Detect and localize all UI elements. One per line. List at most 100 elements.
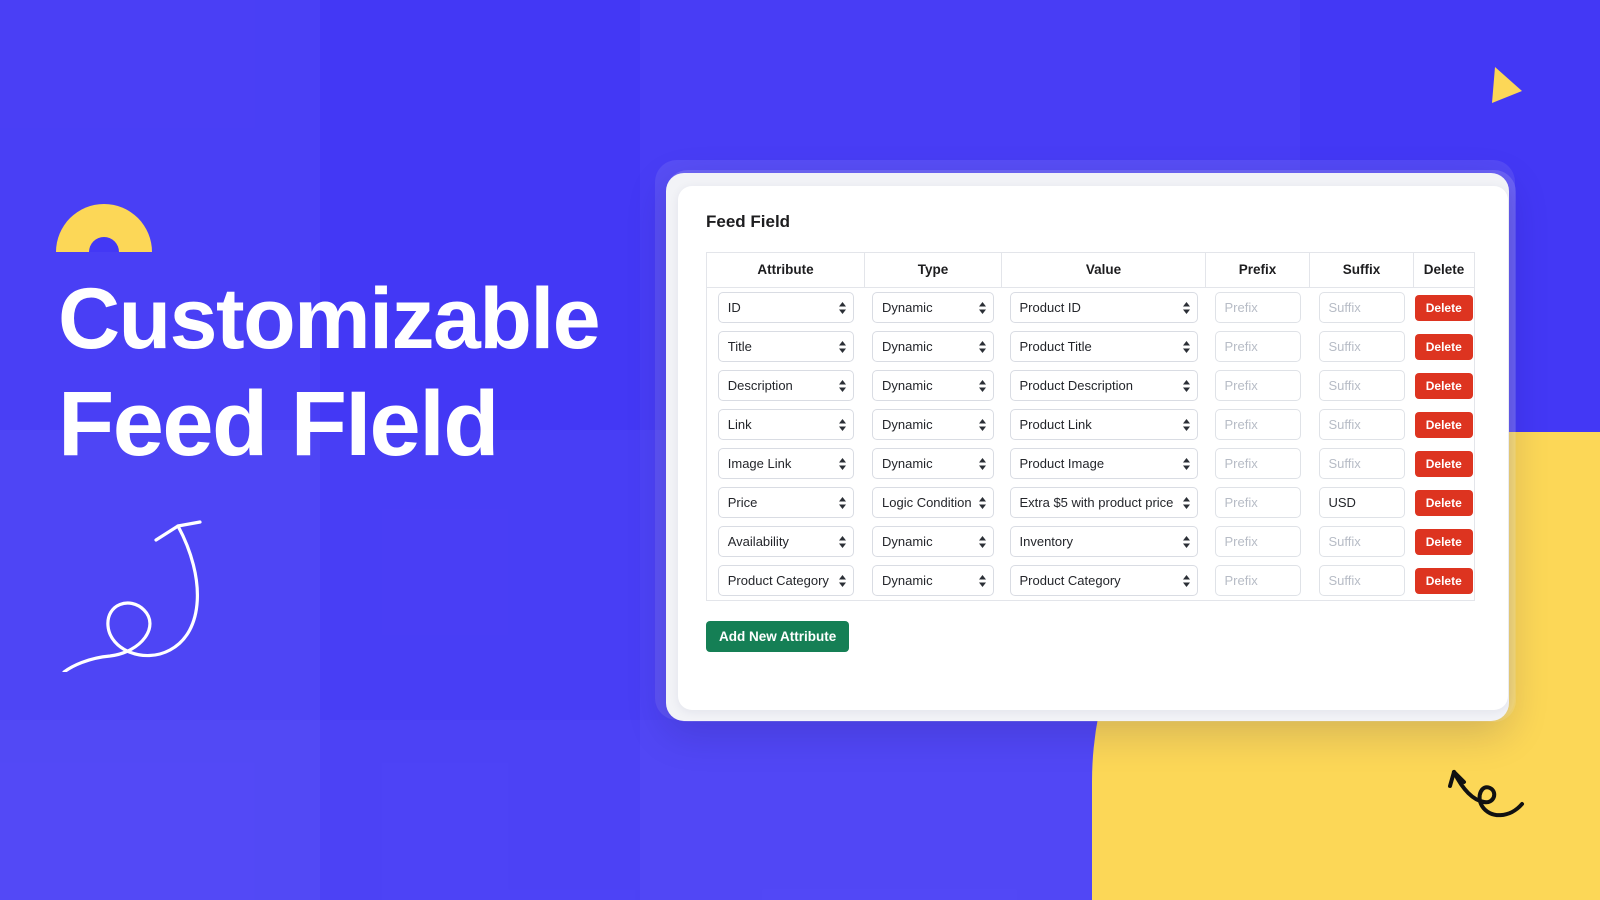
chevron-updown-icon — [838, 456, 847, 471]
value-select-label: Product Link — [1019, 417, 1092, 432]
feed-field-card: Feed Field Attribute Type Value Prefix S… — [678, 186, 1508, 710]
prefix-input[interactable] — [1214, 409, 1301, 440]
attribute-select-label: Image Link — [727, 456, 792, 471]
value-select[interactable]: Product Title — [1009, 331, 1198, 362]
prefix-input[interactable] — [1214, 370, 1301, 401]
value-select[interactable]: Product ID — [1009, 292, 1198, 323]
type-select[interactable]: Dynamic — [872, 526, 994, 557]
attribute-select[interactable]: ID — [717, 292, 854, 323]
type-select[interactable]: Logic Condition — [872, 487, 994, 518]
delete-row-button[interactable]: Delete — [1414, 450, 1473, 477]
attribute-select[interactable]: Link — [717, 409, 854, 440]
chevron-updown-icon — [838, 573, 847, 588]
prefix-input[interactable] — [1214, 331, 1301, 362]
type-select-label: Dynamic — [882, 378, 933, 393]
cell-value: Inventory — [1002, 522, 1206, 561]
suffix-input[interactable] — [1318, 292, 1405, 323]
attribute-select[interactable]: Image Link — [717, 448, 854, 479]
value-select[interactable]: Product Description — [1009, 370, 1198, 401]
type-select-label: Dynamic — [882, 339, 933, 354]
cell-delete: Delete — [1414, 444, 1475, 483]
value-select[interactable]: Inventory — [1009, 526, 1198, 557]
chevron-updown-icon — [1182, 534, 1191, 549]
column-header-attribute: Attribute — [706, 252, 865, 288]
chevron-updown-icon — [1182, 495, 1191, 510]
chevron-updown-icon — [1182, 339, 1191, 354]
delete-row-button[interactable]: Delete — [1414, 567, 1473, 594]
table-row: Description Dynamic Product Description … — [707, 366, 1475, 405]
type-select-label: Dynamic — [882, 456, 933, 471]
attribute-select-label: Link — [727, 417, 752, 432]
type-select-label: Dynamic — [882, 573, 933, 588]
chevron-updown-icon — [978, 339, 987, 354]
chevron-updown-icon — [978, 495, 987, 510]
value-select[interactable]: Product Category — [1009, 565, 1198, 596]
type-select[interactable]: Dynamic — [872, 370, 994, 401]
attribute-select[interactable]: Availability — [717, 526, 854, 557]
cell-prefix — [1206, 483, 1310, 522]
value-select-label: Extra $5 with product price — [1019, 495, 1174, 510]
suffix-input[interactable] — [1318, 448, 1405, 479]
yellow-half-donut-shape — [56, 204, 152, 252]
delete-row-button[interactable]: Delete — [1414, 489, 1473, 516]
suffix-input[interactable] — [1318, 370, 1405, 401]
chevron-updown-icon — [978, 378, 987, 393]
cell-suffix — [1310, 483, 1414, 522]
chevron-updown-icon — [978, 417, 987, 432]
cell-type: Dynamic — [865, 327, 1002, 366]
attribute-select[interactable]: Description — [717, 370, 854, 401]
cell-prefix — [1206, 288, 1310, 328]
type-select[interactable]: Dynamic — [872, 565, 994, 596]
table-row: Availability Dynamic Inventory Prefix Su… — [707, 522, 1475, 561]
column-header-delete: Delete — [1413, 252, 1475, 288]
attribute-select-label: Price — [727, 495, 758, 510]
prefix-input[interactable] — [1214, 487, 1301, 518]
delete-row-button[interactable]: Delete — [1414, 528, 1473, 555]
column-header-type: Type — [864, 252, 1002, 288]
add-new-attribute-button[interactable]: Add New Attribute — [706, 621, 850, 652]
cell-delete: Delete — [1414, 366, 1475, 405]
table-row: Price Logic Condition Extra $5 with prod… — [707, 483, 1475, 522]
delete-row-button[interactable]: Delete — [1414, 372, 1473, 399]
prefix-input[interactable] — [1214, 565, 1301, 596]
table-header-row: Attribute Type Value Prefix Suffix Delet… — [706, 252, 1475, 288]
suffix-input[interactable] — [1318, 409, 1405, 440]
suffix-input[interactable] — [1318, 487, 1405, 518]
suffix-input[interactable] — [1318, 526, 1405, 557]
value-select[interactable]: Extra $5 with product price — [1009, 487, 1198, 518]
chevron-updown-icon — [978, 534, 987, 549]
column-header-suffix: Suffix — [1309, 252, 1414, 288]
cell-attribute: Title — [707, 327, 865, 366]
chevron-updown-icon — [978, 456, 987, 471]
prefix-input[interactable] — [1214, 292, 1301, 323]
cell-value: Product Link — [1002, 405, 1206, 444]
delete-row-button[interactable]: Delete — [1414, 294, 1473, 321]
cell-delete: Delete — [1414, 288, 1475, 328]
card-title: Feed Field — [706, 212, 791, 231]
attribute-select[interactable]: Price — [717, 487, 854, 518]
attribute-select[interactable]: Product Category — [717, 565, 854, 596]
poster-canvas: Customizable Feed FIeld Feed Field Attri… — [0, 0, 1600, 900]
cell-prefix — [1206, 327, 1310, 366]
chevron-updown-icon — [838, 378, 847, 393]
column-header-prefix: Prefix — [1205, 252, 1310, 288]
type-select[interactable]: Dynamic — [872, 292, 994, 323]
cell-prefix — [1206, 444, 1310, 483]
cell-value: Product Title — [1002, 327, 1206, 366]
prefix-input[interactable] — [1214, 526, 1301, 557]
type-select[interactable]: Dynamic — [872, 409, 994, 440]
cell-delete: Delete — [1414, 327, 1475, 366]
value-select[interactable]: Product Link — [1009, 409, 1198, 440]
type-select[interactable]: Dynamic — [872, 448, 994, 479]
delete-row-button[interactable]: Delete — [1414, 333, 1473, 360]
suffix-input[interactable] — [1318, 565, 1405, 596]
delete-row-button[interactable]: Delete — [1414, 411, 1473, 438]
prefix-input[interactable] — [1214, 448, 1301, 479]
value-select[interactable]: Product Image — [1009, 448, 1198, 479]
cell-attribute: Link — [707, 405, 865, 444]
type-select[interactable]: Dynamic — [872, 331, 994, 362]
suffix-input[interactable] — [1318, 331, 1405, 362]
attribute-select[interactable]: Title — [717, 331, 854, 362]
cell-value: Product Description — [1002, 366, 1206, 405]
cell-prefix — [1206, 405, 1310, 444]
